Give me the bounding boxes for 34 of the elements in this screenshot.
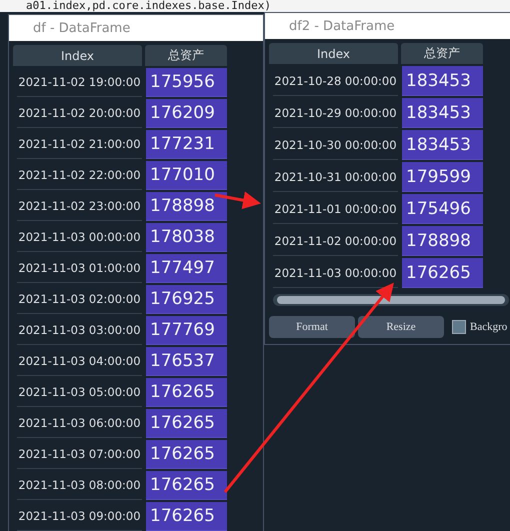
value-cell: 176265	[146, 471, 227, 500]
toolbar-button[interactable]: Format	[269, 316, 355, 338]
column-header[interactable]: 总资产	[401, 43, 483, 64]
value-cell: 176537	[146, 347, 227, 376]
value-cell: 176265	[146, 409, 227, 438]
value-cell: 176265	[146, 440, 227, 469]
value-cell: 179599	[402, 162, 483, 192]
value-cell: 175496	[402, 194, 483, 224]
window-title: df2 - DataFrame	[265, 13, 510, 39]
column-header[interactable]: Index	[269, 43, 398, 64]
value-cell: 176209	[146, 99, 227, 128]
value-cell: 178898	[146, 192, 227, 221]
value-cell: 176265	[146, 502, 227, 531]
value-cell: 177769	[146, 316, 227, 345]
window-title: df - DataFrame	[9, 15, 263, 41]
value-cell: 176925	[146, 285, 227, 314]
value-cell: 176265	[146, 378, 227, 407]
horizontal-scrollbar[interactable]	[273, 294, 509, 306]
value-cell: 183453	[402, 66, 483, 96]
column-header[interactable]: 总资产	[145, 45, 227, 66]
value-cell: 175956	[146, 68, 227, 97]
value-cell: 177497	[146, 254, 227, 283]
value-cell: 178898	[402, 226, 483, 256]
value-cell: 176265	[402, 258, 483, 288]
column-header[interactable]: Index	[13, 45, 142, 66]
value-cell: 178038	[146, 223, 227, 252]
value-cell: 177010	[146, 161, 227, 190]
value-cell: 177231	[146, 130, 227, 159]
annotation-arrow	[214, 191, 261, 210]
toolbar-button[interactable]: Resize	[358, 316, 444, 338]
checkbox-label: Backgro	[470, 321, 508, 333]
value-cell: 183453	[402, 130, 483, 160]
value-cell: 183453	[402, 98, 483, 128]
checkbox[interactable]	[452, 320, 466, 334]
